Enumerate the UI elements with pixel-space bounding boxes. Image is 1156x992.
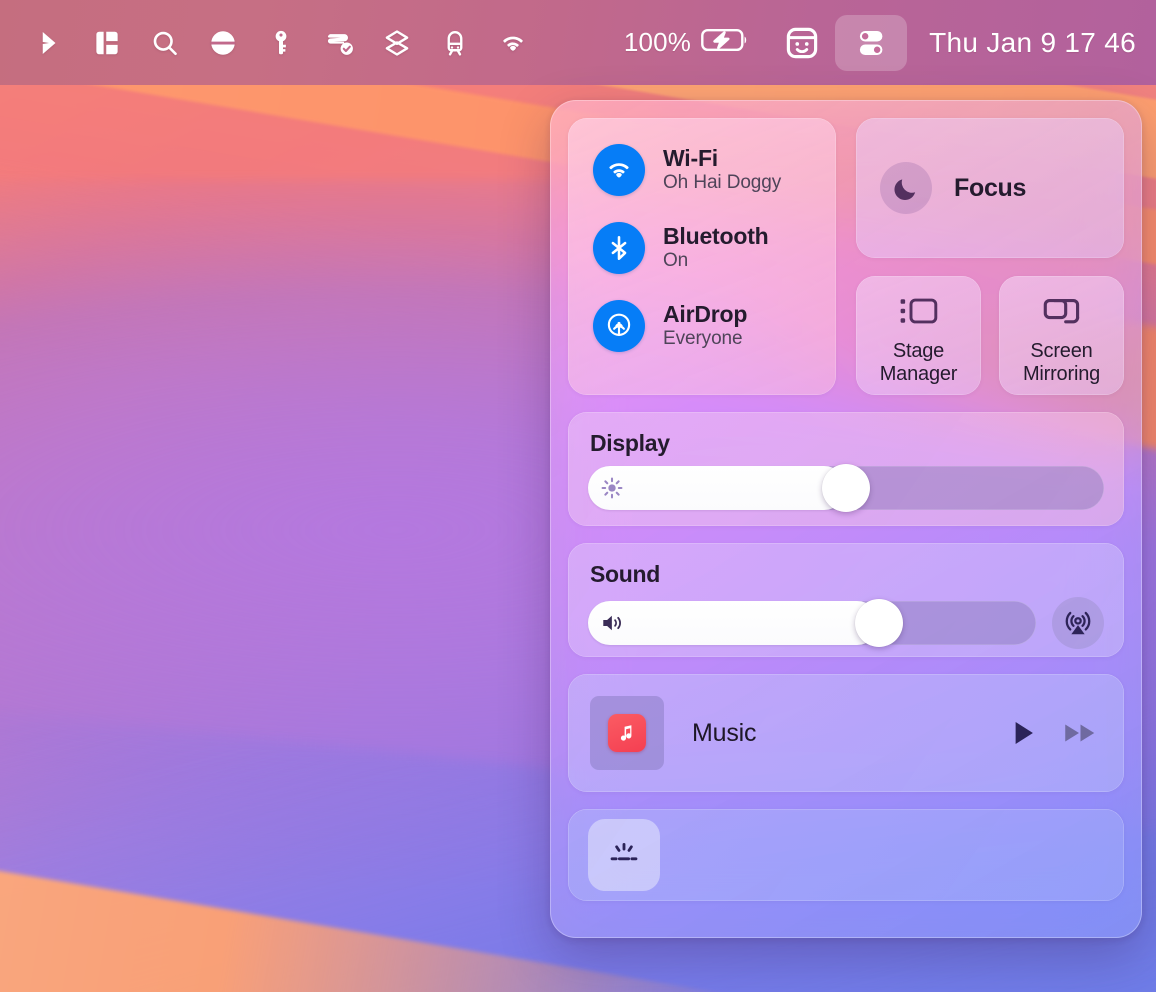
airplay-audio-icon[interactable]: [1052, 597, 1104, 649]
wifi-network-name: Oh Hai Doggy: [663, 172, 781, 194]
tram-icon[interactable]: [426, 14, 484, 72]
shield-check-icon[interactable]: [310, 14, 368, 72]
menu-bar: 100%: [0, 0, 1156, 85]
stage-manager-icon: [899, 290, 939, 332]
desktop: 100%: [0, 0, 1156, 992]
screen-mirroring-label: ScreenMirroring: [1023, 340, 1100, 385]
wifi-icon[interactable]: [484, 14, 542, 72]
focus-tile[interactable]: Focus: [856, 118, 1124, 258]
music-app-name: Music: [692, 719, 978, 748]
wifi-row[interactable]: Wi-Fi Oh Hai Doggy: [568, 144, 836, 196]
menu-bar-right-cluster: 100%: [624, 15, 1156, 71]
fast-forward-icon[interactable]: [1062, 718, 1100, 748]
wifi-title: Wi-Fi: [663, 146, 781, 172]
battery-charging-icon: [701, 27, 749, 58]
smiley-app-icon[interactable]: [775, 16, 829, 70]
airdrop-title: AirDrop: [663, 302, 747, 328]
bluetooth-row[interactable]: Bluetooth On: [568, 222, 836, 274]
display-brightness-slider[interactable]: [588, 466, 1104, 510]
battery-status[interactable]: 100%: [624, 27, 749, 58]
speaker-wave-icon: [599, 610, 629, 636]
airdrop-icon: [593, 300, 645, 352]
sound-slider-fill: [588, 601, 879, 645]
battery-percentage: 100%: [624, 27, 691, 58]
keyboard-brightness-tile: [568, 809, 1124, 901]
key-icon[interactable]: [252, 14, 310, 72]
play-icon[interactable]: [1006, 716, 1040, 750]
mail-send-icon[interactable]: [20, 14, 78, 72]
wifi-icon: [593, 144, 645, 196]
control-center-top-row: Wi-Fi Oh Hai Doggy Bluetooth On: [568, 118, 1124, 395]
focus-label: Focus: [954, 174, 1026, 203]
display-tile: Display: [568, 412, 1124, 526]
screen-mirroring-icon: [1042, 290, 1082, 332]
stage-manager-label: StageManager: [880, 340, 958, 385]
control-center-small-tiles: StageManager ScreenMirroring: [856, 276, 1124, 395]
bluetooth-icon: [593, 222, 645, 274]
music-controls: [1006, 716, 1100, 750]
do-not-disturb-circle-icon[interactable]: [194, 14, 252, 72]
keyboard-brightness-icon[interactable]: [588, 819, 660, 891]
control-center-right-column: Focus StageManager: [856, 118, 1124, 395]
bluetooth-state: On: [663, 250, 769, 272]
control-center-toggles-icon[interactable]: [835, 15, 907, 71]
airdrop-visibility: Everyone: [663, 328, 747, 350]
brightness-sun-icon: [599, 475, 625, 501]
search-icon[interactable]: [136, 14, 194, 72]
layers-icon[interactable]: [368, 14, 426, 72]
screen-mirroring-tile[interactable]: ScreenMirroring: [999, 276, 1124, 395]
menu-bar-clock[interactable]: Thu Jan 9 17 46: [929, 27, 1136, 59]
sound-slider-knob[interactable]: [855, 599, 903, 647]
airdrop-row[interactable]: AirDrop Everyone: [568, 300, 836, 352]
menu-bar-status-items: [0, 14, 624, 72]
split-view-icon[interactable]: [78, 14, 136, 72]
display-slider-fill: [588, 466, 846, 510]
connectivity-tile: Wi-Fi Oh Hai Doggy Bluetooth On: [568, 118, 836, 395]
display-slider-knob[interactable]: [822, 464, 870, 512]
moon-icon: [880, 162, 932, 214]
album-artwork-placeholder: [590, 696, 664, 770]
bluetooth-title: Bluetooth: [663, 224, 769, 250]
display-title: Display: [590, 430, 1104, 457]
apple-music-icon: [608, 714, 646, 752]
control-center-panel: Wi-Fi Oh Hai Doggy Bluetooth On: [550, 100, 1142, 938]
sound-title: Sound: [590, 561, 1104, 588]
stage-manager-tile[interactable]: StageManager: [856, 276, 981, 395]
music-now-playing-tile: Music: [568, 674, 1124, 792]
sound-tile: Sound: [568, 543, 1124, 657]
sound-volume-slider[interactable]: [588, 601, 1036, 645]
